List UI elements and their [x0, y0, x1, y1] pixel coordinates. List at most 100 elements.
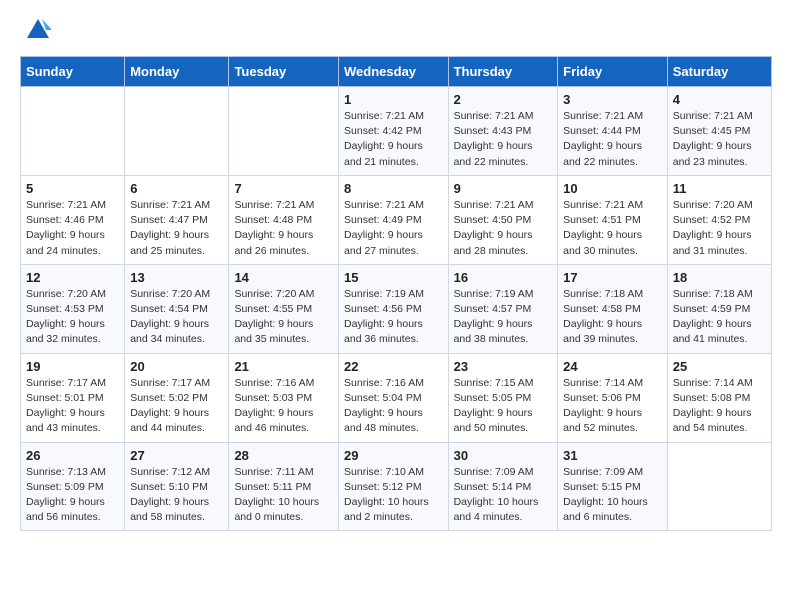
day-number: 28: [234, 448, 333, 463]
week-row-1: 1 Sunrise: 7:21 AM Sunset: 4:42 PM Daylig…: [21, 87, 772, 176]
calendar-cell: 2 Sunrise: 7:21 AM Sunset: 4:43 PM Daylig…: [448, 87, 558, 176]
calendar-cell: 29 Sunrise: 7:10 AM Sunset: 5:12 PM Dayli…: [339, 442, 449, 531]
logo-icon: [24, 16, 52, 44]
day-number: 3: [563, 92, 662, 107]
day-info: Sunrise: 7:21 AM Sunset: 4:47 PM Dayligh…: [130, 198, 223, 259]
calendar-cell: 11 Sunrise: 7:20 AM Sunset: 4:52 PM Dayli…: [667, 175, 771, 264]
day-info: Sunrise: 7:19 AM Sunset: 4:57 PM Dayligh…: [454, 287, 553, 348]
day-number: 12: [26, 270, 119, 285]
day-number: 9: [454, 181, 553, 196]
week-row-4: 19 Sunrise: 7:17 AM Sunset: 5:01 PM Dayli…: [21, 353, 772, 442]
day-info: Sunrise: 7:20 AM Sunset: 4:55 PM Dayligh…: [234, 287, 333, 348]
day-number: 2: [454, 92, 553, 107]
calendar-cell: 14 Sunrise: 7:20 AM Sunset: 4:55 PM Dayli…: [229, 264, 339, 353]
day-number: 8: [344, 181, 443, 196]
day-number: 11: [673, 181, 766, 196]
calendar-cell: 26 Sunrise: 7:13 AM Sunset: 5:09 PM Dayli…: [21, 442, 125, 531]
day-info: Sunrise: 7:18 AM Sunset: 4:58 PM Dayligh…: [563, 287, 662, 348]
day-info: Sunrise: 7:21 AM Sunset: 4:46 PM Dayligh…: [26, 198, 119, 259]
day-info: Sunrise: 7:17 AM Sunset: 5:01 PM Dayligh…: [26, 376, 119, 437]
day-number: 24: [563, 359, 662, 374]
day-number: 16: [454, 270, 553, 285]
calendar-cell: 21Sunrise: 7:16 AM Sunset: 5:03 PM Dayli…: [229, 353, 339, 442]
week-row-2: 5 Sunrise: 7:21 AM Sunset: 4:46 PM Daylig…: [21, 175, 772, 264]
day-number: 4: [673, 92, 766, 107]
day-info: Sunrise: 7:21 AM Sunset: 4:43 PM Dayligh…: [454, 109, 553, 170]
calendar-cell: 25 Sunrise: 7:14 AM Sunset: 5:08 PM Dayli…: [667, 353, 771, 442]
day-info: Sunrise: 7:15 AM Sunset: 5:05 PM Dayligh…: [454, 376, 553, 437]
week-row-3: 12 Sunrise: 7:20 AM Sunset: 4:53 PM Dayli…: [21, 264, 772, 353]
calendar-cell: 8 Sunrise: 7:21 AM Sunset: 4:49 PM Daylig…: [339, 175, 449, 264]
day-number: 10: [563, 181, 662, 196]
calendar-cell: 24 Sunrise: 7:14 AM Sunset: 5:06 PM Dayli…: [558, 353, 668, 442]
week-row-5: 26 Sunrise: 7:13 AM Sunset: 5:09 PM Dayli…: [21, 442, 772, 531]
day-info: Sunrise: 7:20 AM Sunset: 4:53 PM Dayligh…: [26, 287, 119, 348]
day-number: 5: [26, 181, 119, 196]
day-info: Sunrise: 7:13 AM Sunset: 5:09 PM Dayligh…: [26, 465, 119, 526]
day-number: 14: [234, 270, 333, 285]
day-info: Sunrise: 7:18 AM Sunset: 4:59 PM Dayligh…: [673, 287, 766, 348]
weekday-header-wednesday: Wednesday: [339, 57, 449, 87]
day-number: 26: [26, 448, 119, 463]
calendar-cell: 4 Sunrise: 7:21 AM Sunset: 4:45 PM Daylig…: [667, 87, 771, 176]
day-number: 15: [344, 270, 443, 285]
day-info: Sunrise: 7:16 AM Sunset: 5:04 PM Dayligh…: [344, 376, 443, 437]
day-info: Sunrise: 7:09 AM Sunset: 5:14 PM Dayligh…: [454, 465, 553, 526]
day-number: 22: [344, 359, 443, 374]
calendar-cell: 31 Sunrise: 7:09 AM Sunset: 5:15 PM Dayli…: [558, 442, 668, 531]
day-number: 7: [234, 181, 333, 196]
day-info: Sunrise: 7:21 AM Sunset: 4:49 PM Dayligh…: [344, 198, 443, 259]
calendar-cell: 19 Sunrise: 7:17 AM Sunset: 5:01 PM Dayli…: [21, 353, 125, 442]
calendar-cell: 9Sunrise: 7:21 AM Sunset: 4:50 PM Daylig…: [448, 175, 558, 264]
weekday-header-row: SundayMondayTuesdayWednesdayThursdayFrid…: [21, 57, 772, 87]
logo: [20, 16, 52, 44]
day-number: 23: [454, 359, 553, 374]
day-number: 20: [130, 359, 223, 374]
calendar-cell: 3 Sunrise: 7:21 AM Sunset: 4:44 PM Daylig…: [558, 87, 668, 176]
calendar-cell: 13Sunrise: 7:20 AM Sunset: 4:54 PM Dayli…: [125, 264, 229, 353]
day-number: 25: [673, 359, 766, 374]
weekday-header-thursday: Thursday: [448, 57, 558, 87]
weekday-header-tuesday: Tuesday: [229, 57, 339, 87]
calendar-container: SundayMondayTuesdayWednesdayThursdayFrid…: [0, 0, 792, 547]
day-info: Sunrise: 7:21 AM Sunset: 4:48 PM Dayligh…: [234, 198, 333, 259]
day-number: 6: [130, 181, 223, 196]
day-info: Sunrise: 7:14 AM Sunset: 5:06 PM Dayligh…: [563, 376, 662, 437]
day-info: Sunrise: 7:21 AM Sunset: 4:42 PM Dayligh…: [344, 109, 443, 170]
day-number: 31: [563, 448, 662, 463]
calendar-cell: 10 Sunrise: 7:21 AM Sunset: 4:51 PM Dayli…: [558, 175, 668, 264]
calendar-cell: 16 Sunrise: 7:19 AM Sunset: 4:57 PM Dayli…: [448, 264, 558, 353]
day-number: 13: [130, 270, 223, 285]
calendar-table: SundayMondayTuesdayWednesdayThursdayFrid…: [20, 56, 772, 531]
day-number: 29: [344, 448, 443, 463]
calendar-cell: 7 Sunrise: 7:21 AM Sunset: 4:48 PM Daylig…: [229, 175, 339, 264]
day-info: Sunrise: 7:21 AM Sunset: 4:51 PM Dayligh…: [563, 198, 662, 259]
calendar-cell: 30 Sunrise: 7:09 AM Sunset: 5:14 PM Dayli…: [448, 442, 558, 531]
day-info: Sunrise: 7:20 AM Sunset: 4:52 PM Dayligh…: [673, 198, 766, 259]
day-info: Sunrise: 7:16 AM Sunset: 5:03 PM Dayligh…: [234, 376, 333, 437]
calendar-cell: 18 Sunrise: 7:18 AM Sunset: 4:59 PM Dayli…: [667, 264, 771, 353]
weekday-header-saturday: Saturday: [667, 57, 771, 87]
calendar-cell: 15Sunrise: 7:19 AM Sunset: 4:56 PM Dayli…: [339, 264, 449, 353]
weekday-header-friday: Friday: [558, 57, 668, 87]
day-number: 30: [454, 448, 553, 463]
calendar-cell: 6 Sunrise: 7:21 AM Sunset: 4:47 PM Daylig…: [125, 175, 229, 264]
calendar-cell: 20Sunrise: 7:17 AM Sunset: 5:02 PM Dayli…: [125, 353, 229, 442]
header: [20, 16, 772, 44]
day-info: Sunrise: 7:14 AM Sunset: 5:08 PM Dayligh…: [673, 376, 766, 437]
day-info: Sunrise: 7:21 AM Sunset: 4:44 PM Dayligh…: [563, 109, 662, 170]
day-info: Sunrise: 7:10 AM Sunset: 5:12 PM Dayligh…: [344, 465, 443, 526]
day-info: Sunrise: 7:21 AM Sunset: 4:45 PM Dayligh…: [673, 109, 766, 170]
day-info: Sunrise: 7:12 AM Sunset: 5:10 PM Dayligh…: [130, 465, 223, 526]
calendar-cell: [229, 87, 339, 176]
calendar-cell: 22 Sunrise: 7:16 AM Sunset: 5:04 PM Dayli…: [339, 353, 449, 442]
day-number: 18: [673, 270, 766, 285]
day-number: 19: [26, 359, 119, 374]
calendar-cell: 5 Sunrise: 7:21 AM Sunset: 4:46 PM Daylig…: [21, 175, 125, 264]
day-number: 1: [344, 92, 443, 107]
calendar-cell: [21, 87, 125, 176]
day-info: Sunrise: 7:09 AM Sunset: 5:15 PM Dayligh…: [563, 465, 662, 526]
weekday-header-sunday: Sunday: [21, 57, 125, 87]
day-number: 17: [563, 270, 662, 285]
calendar-cell: 28Sunrise: 7:11 AM Sunset: 5:11 PM Dayli…: [229, 442, 339, 531]
